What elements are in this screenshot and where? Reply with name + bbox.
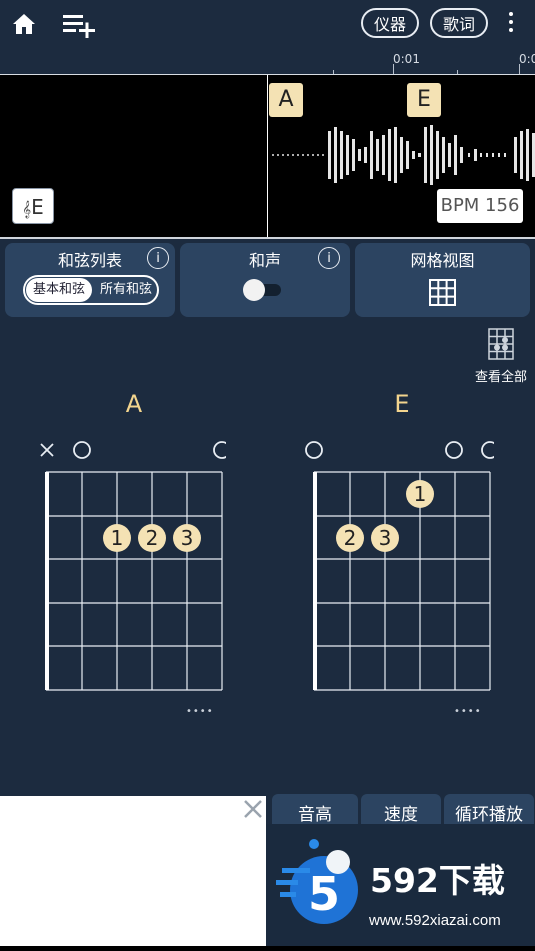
key-indicator[interactable]: 𝄞E: [12, 188, 54, 224]
more-voicings-icon[interactable]: ••••: [186, 706, 214, 717]
close-icon[interactable]: [242, 798, 264, 820]
chord-name[interactable]: A: [114, 390, 154, 418]
lyrics-button[interactable]: 歌词: [430, 8, 488, 38]
svg-text:3: 3: [379, 526, 392, 550]
divider: [0, 237, 535, 239]
fretboard: [314, 471, 491, 691]
chord-marker[interactable]: E: [407, 83, 441, 117]
grid-view-panel[interactable]: 网格视图: [355, 243, 530, 317]
bpm-indicator[interactable]: BPM 156: [437, 189, 523, 223]
waveform-view[interactable]: A E 𝄞E BPM 156: [0, 75, 535, 237]
chord-diagram-e[interactable]: 1 2 3: [304, 440, 494, 695]
svg-text:5: 5: [308, 867, 340, 921]
svg-text:1: 1: [414, 482, 427, 506]
chord-name[interactable]: E: [382, 390, 422, 418]
info-icon[interactable]: i: [318, 247, 340, 269]
timeline-label: 0:0: [519, 52, 535, 66]
svg-text:1: 1: [111, 526, 124, 550]
view-all-button[interactable]: 查看全部: [470, 328, 532, 386]
segment-all-chords[interactable]: 所有和弦: [95, 278, 157, 302]
timeline-tick: [457, 70, 458, 74]
segment-basic-chords[interactable]: 基本和弦: [26, 278, 92, 302]
chord-chart-icon: [488, 328, 514, 360]
harmony-panel: 和声 i: [180, 243, 350, 317]
chord-marker[interactable]: A: [269, 83, 303, 117]
playlist-add-icon[interactable]: [62, 12, 96, 38]
toggle-knob: [243, 279, 265, 301]
svg-text:3: 3: [181, 526, 194, 550]
harmony-toggle[interactable]: [243, 279, 281, 301]
string-markers: [305, 441, 494, 459]
bottom-edge: [0, 946, 535, 951]
watermark-logo: 5 592下载 www.592xiazai.com: [266, 824, 535, 946]
top-bar: 仪器 歌词: [0, 0, 535, 50]
grid-icon: [429, 279, 456, 306]
chord-diagram-a[interactable]: 1 2 3: [36, 440, 226, 695]
instrument-button[interactable]: 仪器: [361, 8, 419, 38]
playhead[interactable]: [267, 75, 268, 237]
view-all-label: 查看全部: [474, 370, 527, 385]
timeline-label: 0:01: [393, 52, 420, 66]
brand-text: 592下载: [370, 861, 505, 900]
info-icon[interactable]: i: [147, 247, 169, 269]
svg-text:2: 2: [146, 526, 159, 550]
brand-url: www.592xiazai.com: [369, 912, 501, 929]
finger-dots: 1 2 3: [103, 524, 201, 552]
ad-banner[interactable]: [0, 796, 266, 946]
chord-type-switch[interactable]: 基本和弦 所有和弦: [23, 275, 159, 305]
timeline-tick: [333, 70, 334, 74]
svg-text:2: 2: [344, 526, 357, 550]
string-markers: [40, 441, 226, 459]
timeline-ruler[interactable]: 0:01 0:0: [0, 50, 535, 75]
home-icon[interactable]: [11, 11, 37, 37]
brand-mark-icon: 5: [276, 839, 358, 924]
key-label: E: [31, 195, 44, 219]
more-options-icon[interactable]: [505, 12, 517, 36]
fretboard: [46, 471, 223, 691]
grid-view-title: 网格视图: [410, 251, 475, 270]
chord-list-panel: 和弦列表 i 基本和弦 所有和弦: [5, 243, 175, 317]
more-voicings-icon[interactable]: ••••: [454, 706, 482, 717]
treble-clef-icon: 𝄞: [22, 200, 32, 218]
